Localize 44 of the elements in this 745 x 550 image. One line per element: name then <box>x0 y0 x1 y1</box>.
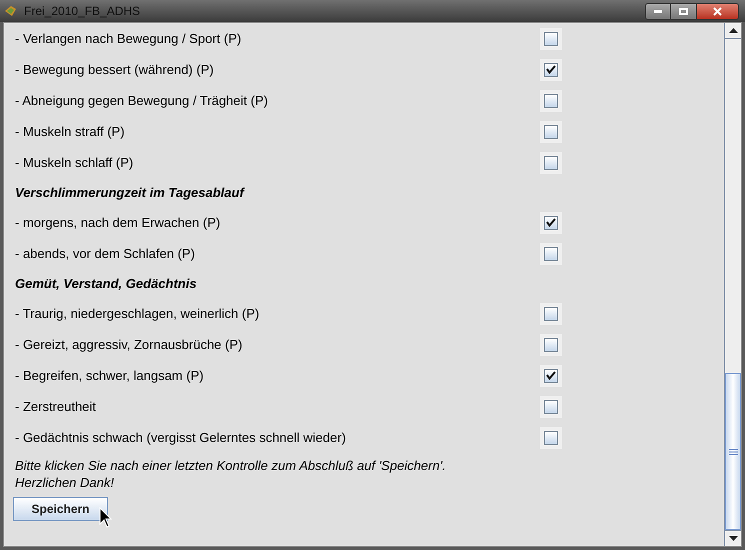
cursor-icon <box>99 507 113 529</box>
checkmark-icon <box>546 65 556 74</box>
option-label: - morgens, nach dem Erwachen (P) <box>15 214 222 232</box>
checkbox[interactable] <box>540 212 562 234</box>
checkbox[interactable] <box>540 58 562 80</box>
option-label: - Verlangen nach Bewegung / Sport (P) <box>15 30 242 48</box>
close-icon <box>713 6 722 16</box>
option-label: - Muskeln straff (P) <box>15 122 126 141</box>
checkbox[interactable] <box>540 28 562 50</box>
section-heading: Verschlimmerungzeit im Tagesablauf <box>15 184 244 202</box>
minimize-button[interactable] <box>645 2 671 20</box>
instruction-text: Bitte klicken Sie nach einer letzten Kontrolle zum Abschluß auf 'Speichern'. <box>15 457 447 474</box>
option-label: - Gedächtnis schwach (vergisst Gelerntes schnell wieder) <box>15 428 347 447</box>
checkmark-icon <box>546 371 556 380</box>
option-label: - Bewegung bessert (während) (P) <box>15 60 215 79</box>
option-label: - Abneigung gegen Bewegung / Trägheit (P) <box>15 92 269 110</box>
app-icon <box>4 5 18 17</box>
option-label: - abends, vor dem Schlafen (P) <box>15 244 196 263</box>
checkbox[interactable] <box>540 396 562 418</box>
section-heading: Gemüt, Verstand, Gedächtnis <box>15 274 197 293</box>
checkbox[interactable] <box>540 302 562 324</box>
window-title: Frei_2010_FB_ADHS <box>24 3 140 20</box>
close-button[interactable] <box>697 2 739 20</box>
checkbox[interactable] <box>540 334 562 356</box>
checkmark-icon <box>546 218 556 227</box>
checkbox[interactable] <box>540 426 562 448</box>
checkbox[interactable] <box>540 364 562 386</box>
checkbox[interactable] <box>540 120 562 142</box>
checkbox[interactable] <box>540 152 562 174</box>
checkbox[interactable] <box>540 242 562 264</box>
maximize-button[interactable] <box>671 2 697 20</box>
grip-icon <box>728 448 738 454</box>
up-arrow-icon <box>728 28 738 33</box>
down-arrow-icon <box>728 536 738 541</box>
option-label: - Muskeln schlaff (P) <box>15 154 134 172</box>
instruction-text: Herzlichen Dank! <box>15 474 115 491</box>
checkbox[interactable] <box>540 90 562 112</box>
option-label: - Begreifen, schwer, langsam (P) <box>15 366 205 385</box>
option-label: - Traurig, niedergeschlagen, weinerlich (P) <box>15 304 260 323</box>
save-button[interactable]: Speichern <box>13 497 108 521</box>
option-label: - Gereizt, aggressiv, Zornausbrüche (P) <box>15 336 244 354</box>
scroll-thumb[interactable] <box>725 373 741 530</box>
scrollbar[interactable] <box>724 23 741 546</box>
option-label: - Zerstreutheit <box>15 398 97 416</box>
